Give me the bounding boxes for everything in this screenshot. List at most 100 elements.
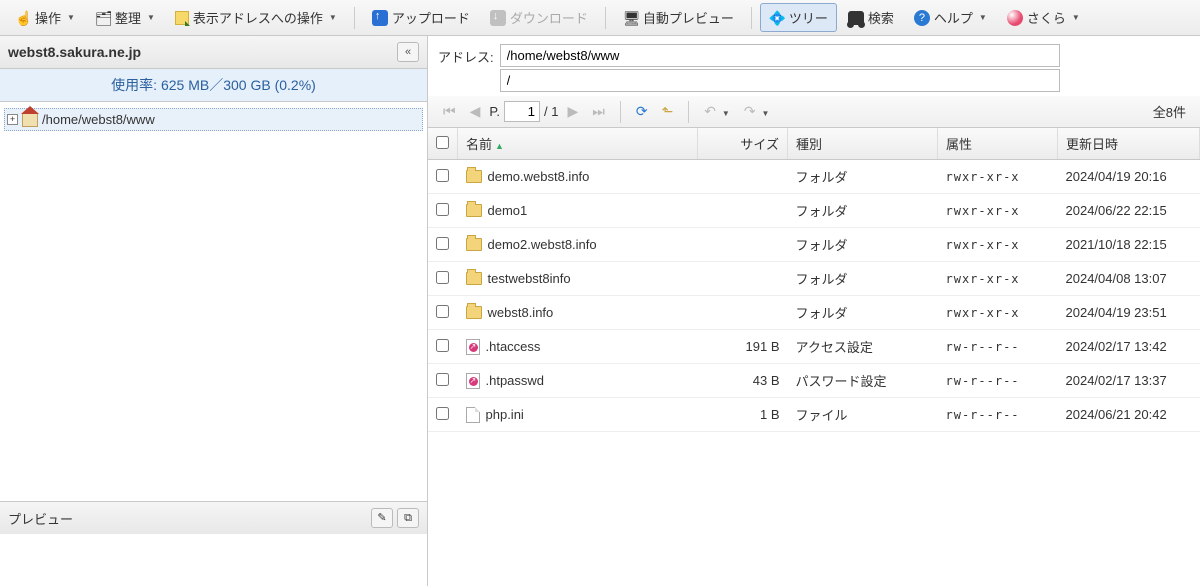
sort-asc-icon: ▲ bbox=[495, 141, 504, 151]
table-row[interactable]: demo.webst8.infoフォルダrwxr-xr-x2024/04/19 … bbox=[428, 160, 1200, 194]
sakura-icon bbox=[1007, 10, 1023, 26]
organize-menu[interactable]: 整理▼ bbox=[86, 3, 164, 32]
last-page-button[interactable]: ⏭ bbox=[587, 100, 610, 123]
file-attr: rw-r--r-- bbox=[938, 364, 1058, 398]
separator bbox=[751, 7, 752, 29]
table-row[interactable]: php.ini1 Bファイルrw-r--r--2024/06/21 20:42 bbox=[428, 398, 1200, 432]
file-updated: 2024/04/19 23:51 bbox=[1058, 296, 1200, 330]
row-checkbox[interactable] bbox=[436, 407, 449, 420]
table-row[interactable]: .htpasswd43 Bパスワード設定rw-r--r--2024/02/17 … bbox=[428, 364, 1200, 398]
hand-icon bbox=[15, 10, 31, 26]
expand-icon[interactable]: + bbox=[7, 114, 18, 125]
up-dir-button[interactable]: ⬑ bbox=[657, 100, 679, 123]
file-attr: rwxr-xr-x bbox=[938, 160, 1058, 194]
table-row[interactable]: testwebst8infoフォルダrwxr-xr-x2024/04/08 13… bbox=[428, 262, 1200, 296]
table-row[interactable]: webst8.info フォルダrwxr-xr-x2024/04/19 23:51 bbox=[428, 296, 1200, 330]
pager-row: ⏮ ◀ P. / 1 ▶ ⏭ ⟳ ⬑ ↶ ▼ ↷ ▼ 全8件 bbox=[428, 96, 1200, 128]
file-size: 1 B bbox=[698, 398, 788, 432]
home-icon bbox=[22, 113, 38, 127]
tree-toggle[interactable]: ツリー bbox=[760, 3, 837, 32]
page-total: / 1 bbox=[544, 104, 558, 119]
address-action-icon bbox=[175, 11, 189, 25]
help-icon bbox=[914, 10, 930, 26]
row-checkbox[interactable] bbox=[436, 271, 449, 284]
organize-icon bbox=[95, 10, 111, 26]
file-size bbox=[698, 228, 788, 262]
select-all-checkbox[interactable] bbox=[436, 136, 449, 149]
address-row: アドレス: bbox=[428, 36, 1200, 96]
col-name[interactable]: 名前▲ bbox=[458, 128, 698, 160]
tree-root-item[interactable]: + /home/webst8/www bbox=[4, 108, 423, 131]
row-checkbox[interactable] bbox=[436, 305, 449, 318]
addr-action-menu[interactable]: 表示アドレスへの操作▼ bbox=[166, 3, 346, 32]
file-size bbox=[698, 296, 788, 330]
folder-icon bbox=[466, 272, 482, 285]
address-label: アドレス: bbox=[438, 44, 494, 66]
col-check[interactable] bbox=[428, 128, 458, 160]
file-updated: 2024/06/21 20:42 bbox=[1058, 398, 1200, 432]
file-attr: rw-r--r-- bbox=[938, 330, 1058, 364]
download-icon bbox=[490, 10, 506, 26]
tree-icon bbox=[769, 10, 785, 26]
col-updated[interactable]: 更新日時 bbox=[1058, 128, 1200, 160]
address-input-1[interactable] bbox=[500, 44, 1060, 67]
file-updated: 2021/10/18 22:15 bbox=[1058, 228, 1200, 262]
page-input[interactable] bbox=[504, 101, 540, 122]
col-size[interactable]: サイズ bbox=[698, 128, 788, 160]
table-row[interactable]: .htaccess191 Bアクセス設定rw-r--r--2024/02/17 … bbox=[428, 330, 1200, 364]
separator bbox=[620, 101, 621, 123]
row-checkbox[interactable] bbox=[436, 169, 449, 182]
refresh-button[interactable]: ⟳ bbox=[631, 100, 653, 123]
file-updated: 2024/02/17 13:42 bbox=[1058, 330, 1200, 364]
file-size bbox=[698, 160, 788, 194]
main-toolbar: 操作▼ 整理▼ 表示アドレスへの操作▼ アップロード ダウンロード 自動プレビュ… bbox=[0, 0, 1200, 36]
file-kind: フォルダ bbox=[788, 296, 938, 330]
row-checkbox[interactable] bbox=[436, 203, 449, 216]
file-table-wrap: 名前▲ サイズ 種別 属性 更新日時 demo.webst8.infoフォルダr… bbox=[428, 128, 1200, 586]
popup-preview-button[interactable]: ⧉ bbox=[397, 508, 419, 528]
col-attr[interactable]: 属性 bbox=[938, 128, 1058, 160]
domain-name: webst8.sakura.ne.jp bbox=[8, 44, 141, 60]
file-updated: 2024/04/19 20:16 bbox=[1058, 160, 1200, 194]
file-name: demo1 bbox=[488, 203, 528, 218]
operate-menu[interactable]: 操作▼ bbox=[6, 3, 84, 32]
first-page-button[interactable]: ⏮ bbox=[438, 100, 461, 123]
auto-preview-button[interactable]: 自動プレビュー bbox=[614, 3, 743, 32]
table-row[interactable]: demo1フォルダrwxr-xr-x2024/06/22 22:15 bbox=[428, 194, 1200, 228]
chevron-down-icon: ▼ bbox=[979, 13, 987, 22]
row-checkbox[interactable] bbox=[436, 237, 449, 250]
file-attr: rwxr-xr-x bbox=[938, 296, 1058, 330]
prev-page-button[interactable]: ◀ bbox=[465, 100, 486, 123]
edit-preview-button[interactable]: ✎ bbox=[371, 508, 393, 528]
table-row[interactable]: demo2.webst8.infoフォルダrwxr-xr-x2021/10/18… bbox=[428, 228, 1200, 262]
file-kind: アクセス設定 bbox=[788, 330, 938, 364]
download-button[interactable]: ダウンロード bbox=[481, 3, 597, 32]
separator bbox=[605, 7, 606, 29]
col-kind[interactable]: 種別 bbox=[788, 128, 938, 160]
row-checkbox[interactable] bbox=[436, 339, 449, 352]
domain-bar: webst8.sakura.ne.jp « bbox=[0, 36, 427, 69]
file-kind: パスワード設定 bbox=[788, 364, 938, 398]
row-checkbox[interactable] bbox=[436, 373, 449, 386]
next-page-button[interactable]: ▶ bbox=[562, 100, 583, 123]
file-name: php.ini bbox=[486, 407, 524, 422]
htaccess-icon bbox=[466, 373, 480, 389]
back-button[interactable]: ↶ ▼ bbox=[699, 100, 735, 123]
sakura-menu[interactable]: さくら▼ bbox=[998, 3, 1089, 32]
folder-tree: + /home/webst8/www bbox=[0, 102, 427, 501]
file-name: webst8.info bbox=[488, 305, 554, 320]
preview-label: プレビュー bbox=[8, 509, 73, 528]
file-attr: rw-r--r-- bbox=[938, 398, 1058, 432]
help-menu[interactable]: ヘルプ▼ bbox=[905, 3, 996, 32]
file-kind: フォルダ bbox=[788, 262, 938, 296]
upload-button[interactable]: アップロード bbox=[363, 3, 479, 32]
forward-button[interactable]: ↷ ▼ bbox=[739, 100, 775, 123]
file-kind: フォルダ bbox=[788, 194, 938, 228]
collapse-left-button[interactable]: « bbox=[397, 42, 419, 62]
file-name: .htpasswd bbox=[486, 373, 545, 388]
file-size bbox=[698, 262, 788, 296]
address-input-2[interactable] bbox=[500, 69, 1060, 92]
upload-icon bbox=[372, 10, 388, 26]
folder-icon bbox=[466, 170, 482, 183]
search-button[interactable]: 検索 bbox=[839, 3, 903, 32]
